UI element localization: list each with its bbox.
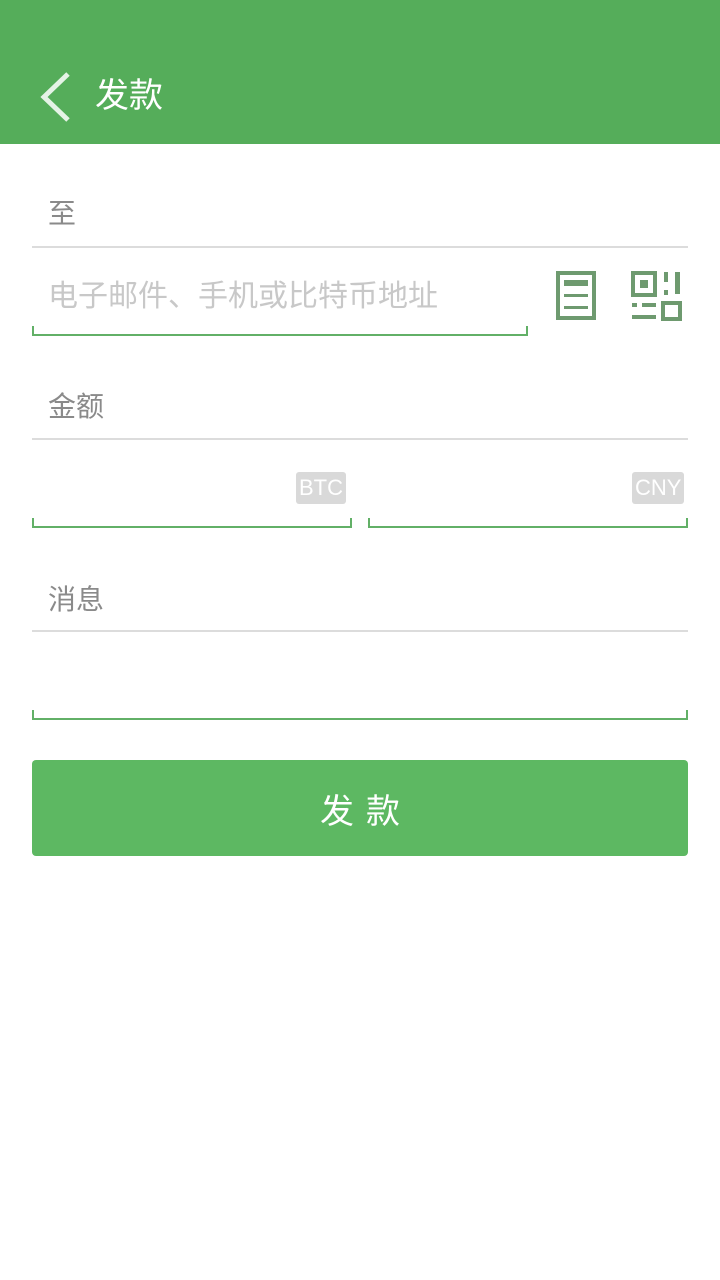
contact-book-icon	[556, 271, 596, 320]
send-button[interactable]: 发款	[32, 760, 688, 856]
contacts-button[interactable]	[550, 270, 602, 322]
amount-label: 金额	[48, 390, 105, 423]
scan-qr-button[interactable]	[630, 270, 682, 322]
page-title: 发款	[95, 76, 163, 116]
amount-divider	[32, 438, 688, 440]
cny-unit-badge: CNY	[632, 472, 685, 504]
message-label: 消息	[48, 583, 105, 616]
recipient-field[interactable]	[32, 258, 528, 336]
btc-unit-badge: BTC	[296, 472, 346, 504]
app-bar: 发款	[0, 0, 720, 144]
btc-amount-input[interactable]	[32, 450, 292, 526]
send-screen: 发款 至 金额 BTC CN	[0, 0, 720, 1280]
to-label: 至	[48, 197, 77, 230]
message-field[interactable]	[32, 642, 688, 720]
cny-amount-input[interactable]	[368, 450, 628, 526]
message-input[interactable]	[32, 642, 688, 718]
recipient-input[interactable]	[32, 258, 528, 334]
chevron-left-icon	[40, 72, 70, 122]
message-divider	[32, 630, 688, 632]
to-divider	[32, 246, 688, 248]
qr-code-icon	[631, 271, 682, 321]
back-button[interactable]	[30, 66, 80, 126]
